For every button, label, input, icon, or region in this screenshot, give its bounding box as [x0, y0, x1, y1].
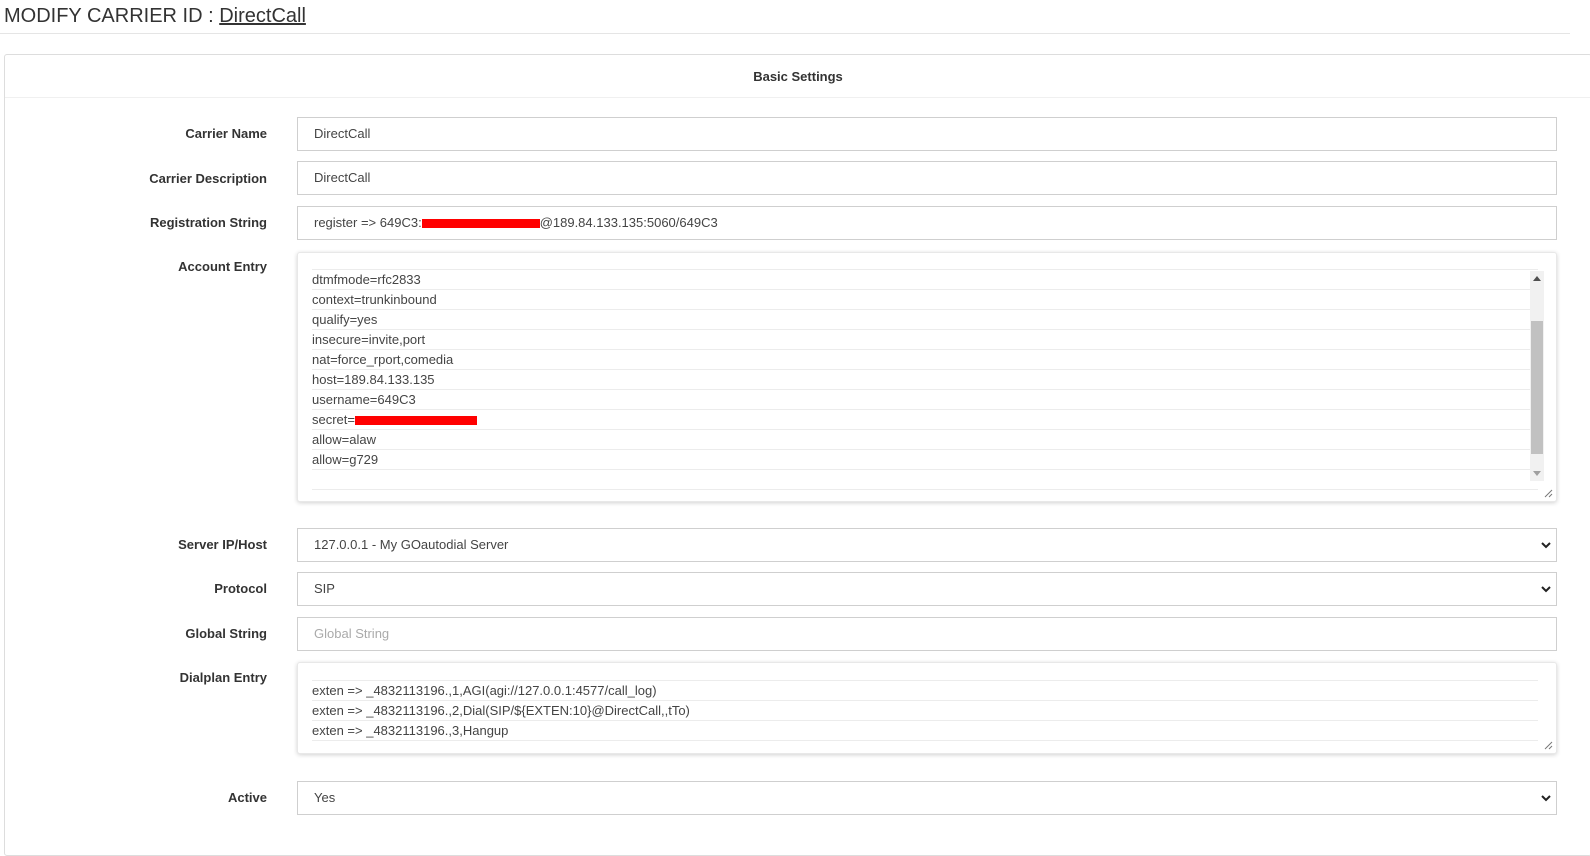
account-entry-line: qualify=yes — [312, 309, 1538, 329]
server-ip-host-label: Server IP/Host — [178, 537, 267, 552]
carrier-id-link[interactable]: DirectCall — [219, 5, 306, 27]
panel-heading-title: Basic Settings — [753, 69, 843, 84]
dialplan-entry-line: exten => _4832113196.,3,Hangup — [312, 720, 1538, 741]
page-title: MODIFY CARRIER ID : DirectCall — [4, 5, 306, 28]
account-entry-line: allow=g729 — [312, 449, 1538, 469]
chevron-down-icon — [1541, 542, 1551, 549]
server-ip-host-selected: 127.0.0.1 - My GOautodial Server — [314, 537, 509, 552]
carrier-name-input[interactable]: DirectCall — [297, 117, 1557, 151]
page-header: MODIFY CARRIER ID : DirectCall — [0, 0, 1570, 34]
dialplan-entry-textarea[interactable]: exten => _4832113196.,1,AGI(agi://127.0.… — [297, 662, 1557, 754]
protocol-select[interactable]: SIP — [297, 572, 1557, 606]
account-entry-line — [312, 469, 1538, 490]
active-selected: Yes — [314, 790, 336, 805]
resize-grip-icon[interactable] — [1543, 488, 1553, 498]
account-entry-line: host=189.84.133.135 — [312, 369, 1538, 389]
panel-heading: Basic Settings — [5, 55, 1590, 98]
account-entry-label: Account Entry — [178, 259, 267, 274]
account-entry-line: username=649C3 — [312, 389, 1538, 409]
dialplan-entry-lines: exten => _4832113196.,1,AGI(agi://127.0.… — [312, 680, 1538, 741]
account-entry-lines: dtmfmode=rfc2833 context=trunkinbound qu… — [312, 269, 1538, 490]
chevron-down-icon — [1541, 795, 1551, 802]
account-entry-line-secret: secret= — [312, 409, 1538, 429]
secret-key: secret= — [312, 412, 355, 427]
active-select[interactable]: Yes — [297, 781, 1557, 815]
dialplan-entry-line: exten => _4832113196.,2,Dial(SIP/${EXTEN… — [312, 700, 1538, 720]
protocol-label: Protocol — [214, 581, 267, 596]
server-ip-host-select[interactable]: 127.0.0.1 - My GOautodial Server — [297, 528, 1557, 562]
global-string-input[interactable]: Global String — [297, 617, 1557, 651]
registration-string-suffix: @189.84.133.135:5060/649C3 — [539, 215, 718, 230]
carrier-name-label: Carrier Name — [185, 126, 267, 141]
account-entry-line: context=trunkinbound — [312, 289, 1538, 309]
carrier-description-input[interactable]: DirectCall — [297, 161, 1557, 195]
registration-string-input[interactable]: register => 649C3: @189.84.133.135:5060/6… — [297, 206, 1557, 240]
account-entry-line: insecure=invite,port — [312, 329, 1538, 349]
page-title-prefix: MODIFY CARRIER ID : — [4, 5, 220, 27]
active-label: Active — [227, 790, 267, 805]
triangle-down-icon[interactable] — [1533, 471, 1541, 476]
redaction-mark — [421, 219, 540, 229]
account-entry-scrollbar[interactable] — [1530, 271, 1544, 481]
triangle-up-icon[interactable] — [1533, 276, 1541, 281]
carrier-description-label: Carrier Description — [149, 171, 267, 186]
account-entry-line: allow=alaw — [312, 429, 1538, 449]
chevron-down-icon — [1541, 586, 1551, 593]
registration-string-label: Registration String — [149, 215, 267, 230]
redaction-mark — [355, 416, 477, 426]
dialplan-entry-line: exten => _4832113196.,1,AGI(agi://127.0.… — [312, 680, 1538, 700]
dialplan-entry-label: Dialplan Entry — [179, 670, 267, 685]
protocol-selected: SIP — [314, 581, 335, 596]
account-entry-line: nat=force_rport,comedia — [312, 349, 1538, 369]
global-string-label: Global String — [185, 626, 267, 641]
registration-string-prefix: register => 649C3: — [314, 215, 422, 230]
account-entry-line: dtmfmode=rfc2833 — [312, 269, 1538, 289]
scrollbar-thumb[interactable] — [1531, 321, 1543, 454]
account-entry-textarea[interactable]: dtmfmode=rfc2833 context=trunkinbound qu… — [297, 252, 1557, 502]
resize-grip-icon[interactable] — [1543, 740, 1553, 750]
